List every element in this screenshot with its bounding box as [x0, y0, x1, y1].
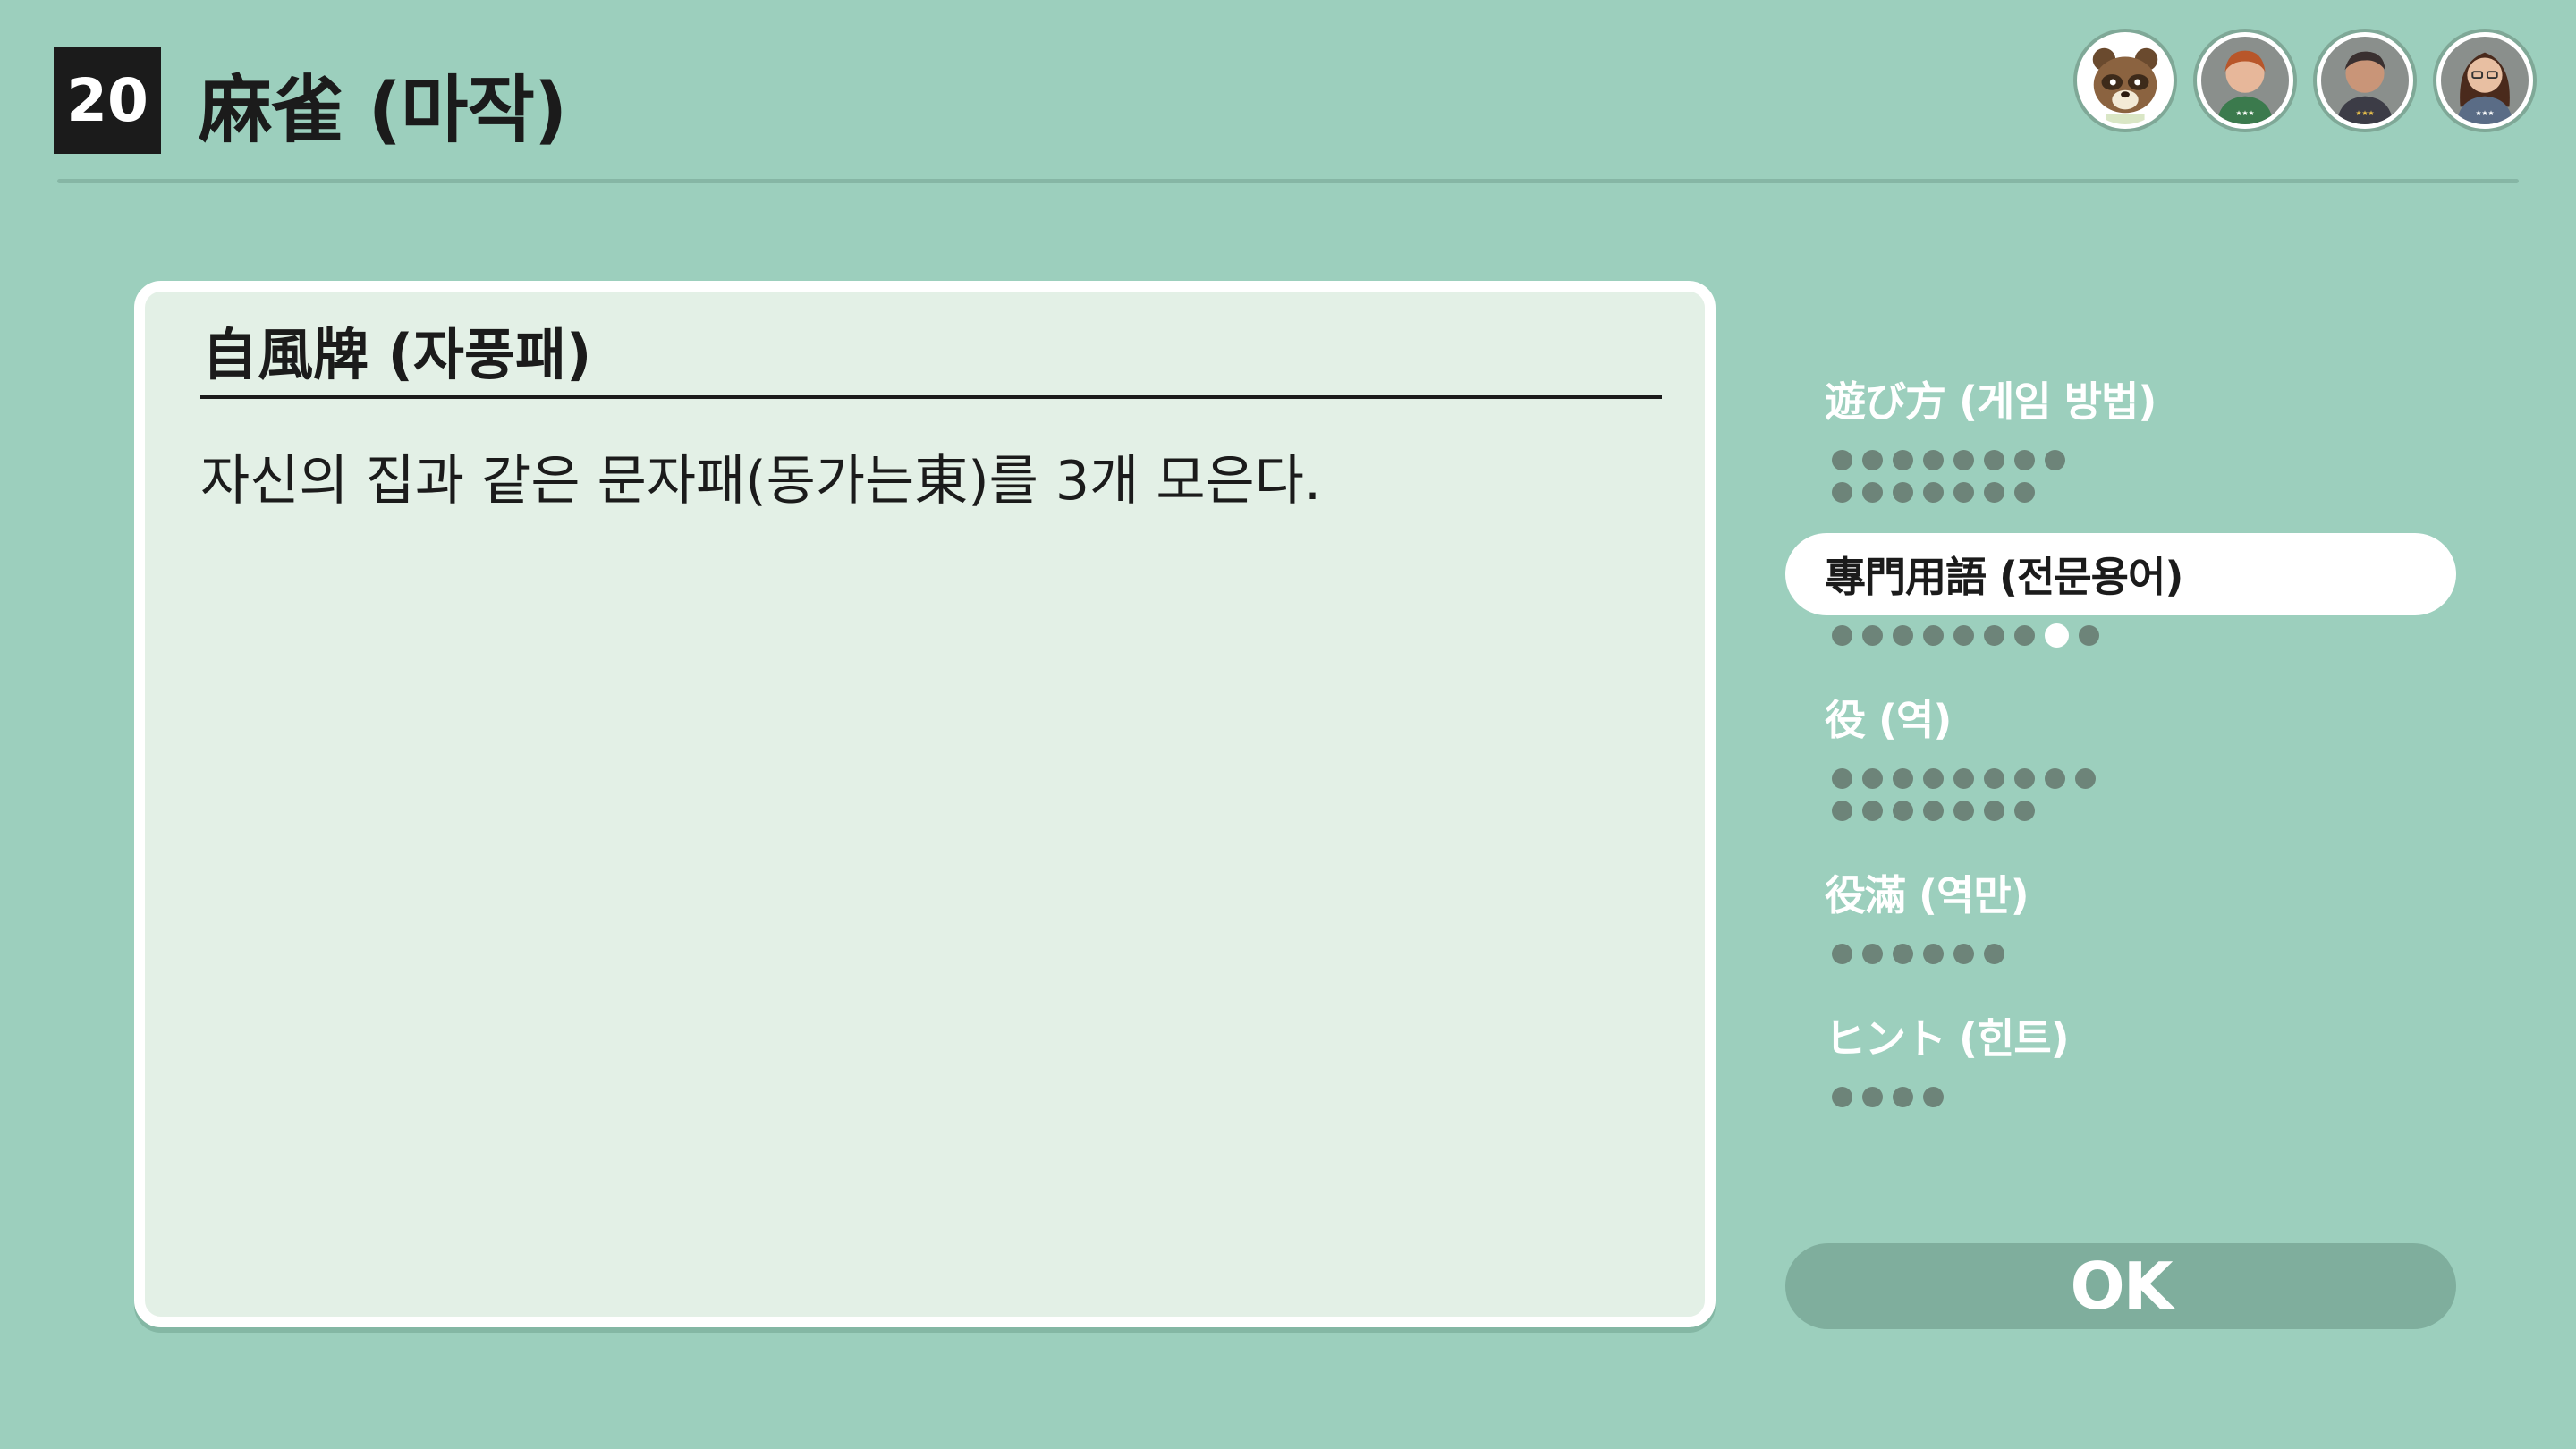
page-dot[interactable]: [1984, 624, 2004, 646]
page-indicator: [1785, 623, 2456, 648]
page-dot[interactable]: [1862, 1086, 1883, 1107]
page-dot[interactable]: [1923, 943, 1944, 964]
rules-category-menu: 遊び方 (게임 방법) 專門用語 (전문용어) 役 (역) 役滿 (역만) ヒント (힌…: [1785, 358, 2456, 1138]
page-dot[interactable]: [1832, 624, 1852, 646]
page-dot[interactable]: [1832, 1086, 1852, 1107]
page-dot[interactable]: [1832, 767, 1852, 789]
page-indicator: [1785, 449, 2456, 503]
page-dot[interactable]: [1923, 767, 1944, 789]
page-dot[interactable]: [1923, 481, 1944, 503]
page-dot[interactable]: [2045, 449, 2065, 470]
page-dot[interactable]: [1953, 943, 1974, 964]
page-dot[interactable]: [1893, 624, 1913, 646]
page-dot[interactable]: [2079, 624, 2099, 646]
current-page-dot[interactable]: [2045, 623, 2069, 648]
page-dot[interactable]: [1893, 800, 1913, 821]
page-dot[interactable]: [1862, 767, 1883, 789]
raccoon-player-avatar-icon: [2077, 32, 2174, 129]
header-divider: [57, 179, 2519, 183]
page-dot[interactable]: [1923, 800, 1944, 821]
page-dot[interactable]: [1862, 943, 1883, 964]
page-dot[interactable]: [1984, 449, 2004, 470]
page-indicator: [1785, 767, 2456, 821]
page-dot[interactable]: [2014, 767, 2035, 789]
page-dot[interactable]: [2014, 481, 2035, 503]
page-dot[interactable]: [1832, 800, 1852, 821]
title-underline: [200, 395, 1662, 399]
page-indicator: [1785, 943, 2456, 964]
menu-item[interactable]: 專門用語 (전문용어): [1785, 533, 2456, 648]
player-avatars: ★★★ ★★★ ★★★: [2077, 32, 2533, 129]
menu-item[interactable]: ヒント (힌트): [1785, 995, 2456, 1107]
page-dot[interactable]: [2045, 767, 2065, 789]
page-dot[interactable]: [1862, 624, 1883, 646]
page-dot[interactable]: [2014, 624, 2035, 646]
page-dot[interactable]: [1832, 449, 1852, 470]
page-dot[interactable]: [1953, 624, 1974, 646]
cpu-player-avatar-icon: ★★★: [2436, 32, 2533, 129]
page-dot[interactable]: [1923, 449, 1944, 470]
glossary-term-description: 자신의 집과 같은 문자패(동가는東)를 3개 모은다.: [200, 450, 1322, 513]
page-dot[interactable]: [1953, 481, 1974, 503]
page-dot[interactable]: [1984, 943, 2004, 964]
page-dot[interactable]: [2014, 800, 2035, 821]
glossary-entry-panel: 自風牌 (자풍패) 자신의 집과 같은 문자패(동가는東)를 3개 모은다.: [134, 281, 1716, 1327]
page-dot[interactable]: [1984, 767, 2004, 789]
page-dot[interactable]: [1893, 767, 1913, 789]
page-dot[interactable]: [1832, 943, 1852, 964]
svg-text:★★★: ★★★: [2475, 109, 2494, 117]
menu-item-label[interactable]: 役滿 (역만): [1785, 852, 2456, 934]
page-dot[interactable]: [1893, 1086, 1913, 1107]
page-dot[interactable]: [1984, 481, 2004, 503]
menu-item-label[interactable]: ヒント (힌트): [1785, 995, 2456, 1077]
page-dot[interactable]: [1862, 449, 1883, 470]
svg-text:★★★: ★★★: [2355, 109, 2374, 117]
menu-item-label[interactable]: 遊び方 (게임 방법): [1785, 358, 2456, 440]
menu-item[interactable]: 役 (역): [1785, 676, 2456, 821]
page-dot[interactable]: [1953, 449, 1974, 470]
page-dot[interactable]: [1862, 800, 1883, 821]
page-indicator: [1785, 1086, 2456, 1107]
cpu-player-avatar-icon: ★★★: [2317, 32, 2413, 129]
menu-item-label[interactable]: 專門用語 (전문용어): [1785, 533, 2456, 615]
svg-text:★★★: ★★★: [2235, 109, 2254, 117]
page-dot[interactable]: [1832, 481, 1852, 503]
page-dot[interactable]: [2014, 449, 2035, 470]
page-dot[interactable]: [1893, 481, 1913, 503]
page-dot[interactable]: [1984, 800, 2004, 821]
page-dot[interactable]: [1862, 481, 1883, 503]
ok-button[interactable]: OK: [1785, 1243, 2456, 1329]
game-title: 麻雀 (마작): [199, 67, 567, 153]
glossary-term-title: 自風牌 (자풍패): [202, 322, 592, 387]
page-dot[interactable]: [1923, 624, 1944, 646]
game-number-badge: 20: [54, 47, 161, 154]
menu-item[interactable]: 役滿 (역만): [1785, 852, 2456, 964]
page-dot[interactable]: [1893, 943, 1913, 964]
page-dot[interactable]: [2075, 767, 2096, 789]
page-dot[interactable]: [1953, 800, 1974, 821]
page-dot[interactable]: [1893, 449, 1913, 470]
menu-item[interactable]: 遊び方 (게임 방법): [1785, 358, 2456, 503]
menu-item-label[interactable]: 役 (역): [1785, 676, 2456, 758]
cpu-player-avatar-icon: ★★★: [2197, 32, 2293, 129]
page-dot[interactable]: [1923, 1086, 1944, 1107]
page-dot[interactable]: [1953, 767, 1974, 789]
